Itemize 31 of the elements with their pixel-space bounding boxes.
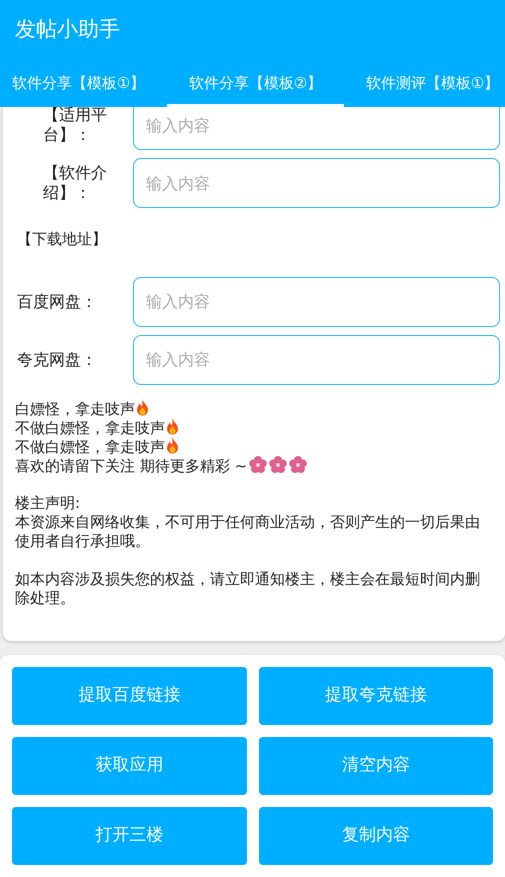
app-title: 发帖小助手 xyxy=(15,16,120,44)
field-label: 夸克网盘： xyxy=(16,348,98,370)
field-label: 百度网盘： xyxy=(16,290,98,312)
fire-icon xyxy=(136,398,149,416)
action-button[interactable]: 打开三楼 xyxy=(12,807,246,865)
action-button[interactable]: 复制内容 xyxy=(258,807,493,865)
action-button[interactable]: 提取夸克链接 xyxy=(258,667,493,725)
input-field[interactable]: 输入内容 xyxy=(133,107,500,150)
statement-text: 本资源来自网络收集，不可用于任何商业活动，否则产生的一切后果由使用者自行承担哦。 xyxy=(15,512,481,550)
section-heading: 【下载地址】 xyxy=(16,229,108,250)
tab[interactable]: 软件分享【模板①】 xyxy=(0,60,167,107)
input-field[interactable]: 输入内容 xyxy=(133,276,500,326)
fire-icon xyxy=(166,418,179,434)
fire-icon xyxy=(166,436,179,454)
action-button[interactable]: 提取百度链接 xyxy=(12,667,246,725)
slogan-text: 喜欢的请留下关注 期待更多精彩 ~ xyxy=(15,456,248,474)
action-button[interactable]: 清空内容 xyxy=(258,737,493,795)
statement-title: 楼主声明: xyxy=(15,494,82,512)
input-field[interactable]: 输入内容 xyxy=(133,334,500,384)
statement-text: 如本内容涉及损失您的权益，请立即通知楼主，楼主会在最短时间内删除处理。 xyxy=(15,570,481,608)
slogan-text: 不做白嫖怪，拿走吱声 xyxy=(15,418,165,436)
field-label: 【适用平台】： xyxy=(42,107,108,145)
slogan-text: 白嫖怪，拿走吱声 xyxy=(15,400,135,418)
flower-icon xyxy=(269,456,288,474)
flower-icon xyxy=(249,456,268,474)
slogan-text: 不做白嫖怪，拿走吱声 xyxy=(15,438,165,456)
tab[interactable]: 软件测评【模板①】 xyxy=(344,60,505,107)
field-label: 【软件介绍】： xyxy=(42,163,108,203)
input-field[interactable]: 输入内容 xyxy=(133,158,500,208)
flower-icon xyxy=(289,456,308,474)
action-button[interactable]: 获取应用 xyxy=(12,737,246,795)
